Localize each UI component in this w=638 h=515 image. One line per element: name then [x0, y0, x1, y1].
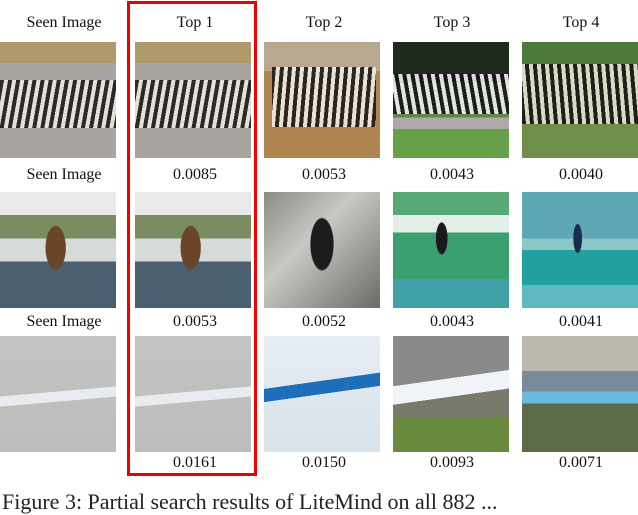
query-label: Seen Image — [26, 166, 102, 183]
figure-caption: Figure 3: Partial search results of Lite… — [2, 489, 498, 514]
query-label: Seen Image — [26, 313, 102, 330]
score-label: 0.0043 — [430, 166, 474, 183]
column-header-top-3: Top 3 — [433, 14, 471, 31]
top-1-highlight-box — [127, 1, 257, 476]
result-image-surfer-top-4 — [522, 192, 638, 308]
score-label: 0.0052 — [302, 313, 346, 330]
result-image-zebras-top-4 — [522, 42, 638, 158]
score-label: 0.0071 — [559, 454, 603, 471]
score-label: 0.0040 — [559, 166, 603, 183]
score-label: 0.0041 — [559, 313, 603, 330]
result-image-airplane-top-3 — [393, 336, 509, 452]
result-image-surfer-top-2 — [264, 192, 380, 308]
query-image-zebras — [0, 42, 116, 158]
column-header-top-2: Top 2 — [305, 14, 343, 31]
column-header-seen-image: Seen Image — [26, 14, 102, 31]
result-image-zebras-top-2 — [264, 42, 380, 158]
column-header-top-4: Top 4 — [562, 14, 600, 31]
query-image-airplane — [0, 336, 116, 452]
score-label: 0.0150 — [302, 454, 346, 471]
result-image-surfer-top-3 — [393, 192, 509, 308]
score-label: 0.0093 — [430, 454, 474, 471]
score-label: 0.0043 — [430, 313, 474, 330]
query-image-surfer — [0, 192, 116, 308]
result-image-zebras-top-3 — [393, 42, 509, 158]
result-image-airplane-top-2 — [264, 336, 380, 452]
result-image-airplane-top-4 — [522, 336, 638, 452]
score-label: 0.0053 — [302, 166, 346, 183]
